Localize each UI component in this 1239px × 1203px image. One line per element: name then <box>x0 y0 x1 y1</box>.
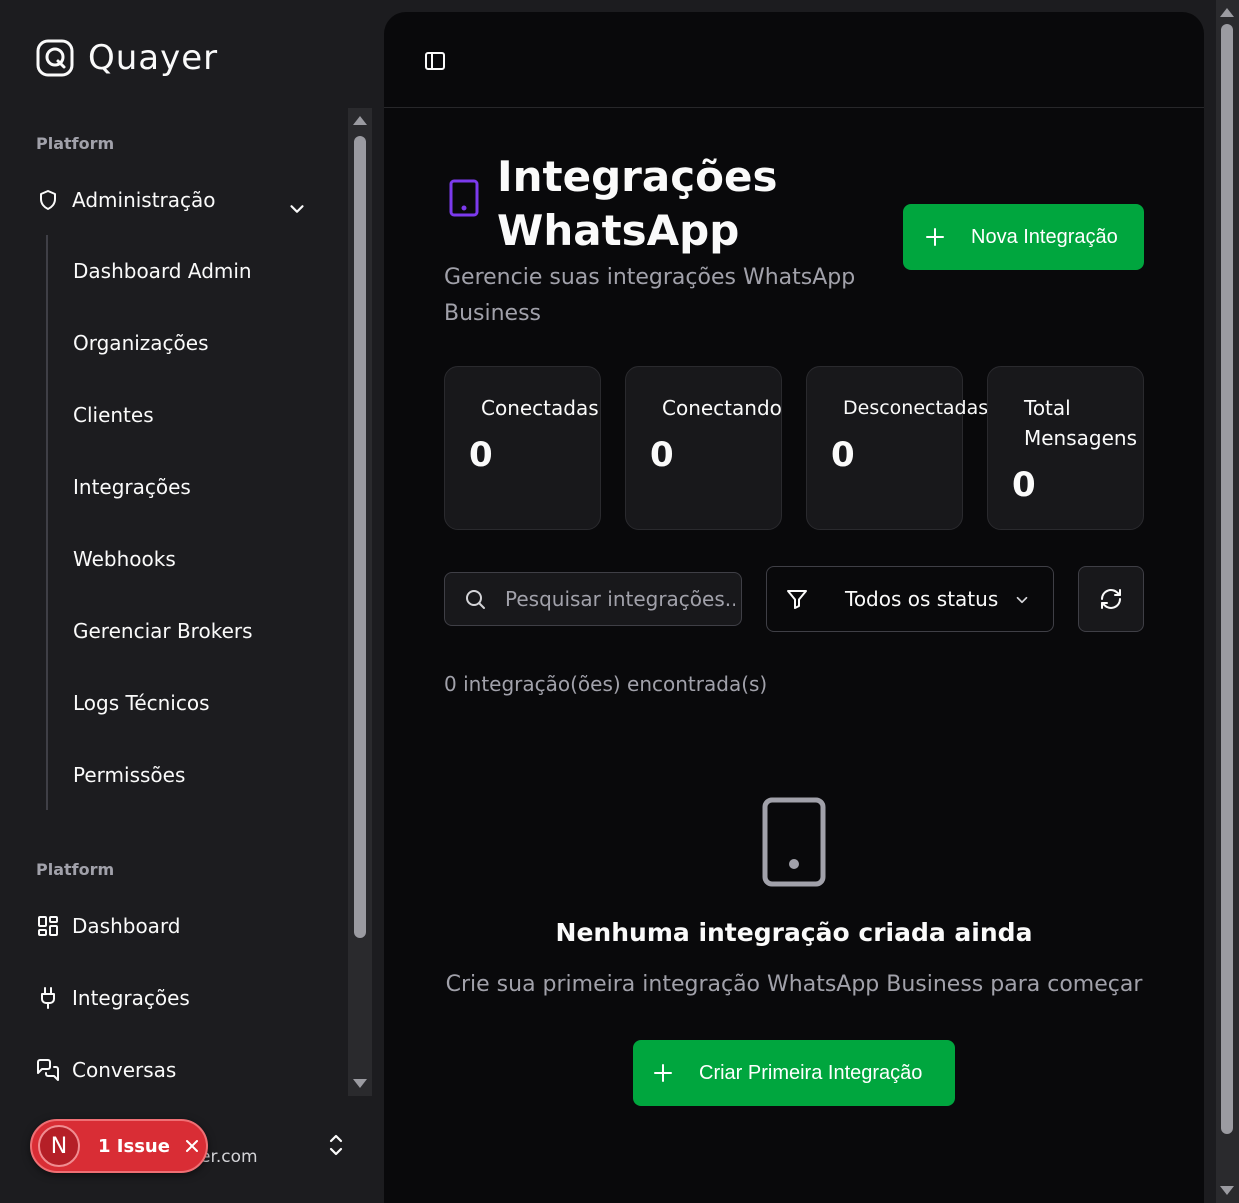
sidebar-toggle-icon[interactable] <box>424 50 446 72</box>
sidebar-subitem-integracoes[interactable]: Integrações <box>73 475 191 499</box>
dashboard-icon <box>38 916 58 936</box>
sidebar-subitem-logs-tecnicos[interactable]: Logs Técnicos <box>73 691 210 715</box>
user-menu[interactable]: er.com N 1 Issue <box>0 1110 372 1203</box>
stat-value: 0 <box>831 435 855 475</box>
chevrons-up-down-icon[interactable] <box>326 1132 346 1158</box>
scrollbar-thumb[interactable] <box>1221 24 1233 1134</box>
sidebar: Quayer Platform Administração Dashboard … <box>0 0 372 1203</box>
page-subtitle: Gerencie suas integrações WhatsApp Busin… <box>444 265 856 326</box>
stat-label: Total Mensagens <box>1024 396 1138 450</box>
search-icon <box>466 590 485 609</box>
stat-card-desconectadas: Desconectadas 0 <box>806 366 988 530</box>
button-label: Nova Integração <box>971 225 1118 248</box>
stat-card-total-mensagens: Total Mensagens 0 <box>987 366 1144 530</box>
submenu-divider <box>46 235 48 810</box>
sidebar-subitem-gerenciar-brokers[interactable]: Gerenciar Brokers <box>73 619 253 643</box>
sidebar-subitem-permissoes[interactable]: Permissões <box>73 763 185 787</box>
topbar <box>384 12 1204 108</box>
sidebar-item-integracoes[interactable]: Integrações <box>36 986 190 1010</box>
results-count: 0 integração(ões) encontrada(s) <box>444 672 768 696</box>
search-input[interactable] <box>505 587 735 611</box>
stat-card-conectadas: Conectadas 0 <box>444 366 601 530</box>
sidebar-subitem-dashboard-admin[interactable]: Dashboard Admin <box>73 259 252 283</box>
brand-name: Quayer <box>88 38 219 78</box>
sidebar-subitem-clientes[interactable]: Clientes <box>73 403 154 427</box>
search-field[interactable] <box>444 572 742 626</box>
new-integration-button[interactable]: Nova Integração <box>903 204 1144 270</box>
empty-state-subtitle: Crie sua primeira integração WhatsApp Bu… <box>445 972 1143 997</box>
user-email: er.com <box>200 1147 258 1167</box>
stat-label: Conectando <box>662 396 782 420</box>
chevron-down-icon <box>1016 596 1028 604</box>
close-icon[interactable] <box>184 1138 200 1154</box>
button-label: Criar Primeira Integração <box>699 1061 923 1084</box>
refresh-button[interactable] <box>1078 566 1144 632</box>
plug-icon <box>41 987 55 1009</box>
scroll-down-arrow-icon[interactable] <box>353 1079 367 1088</box>
stat-card-conectando: Conectando 0 <box>625 366 782 530</box>
stat-label: Desconectadas <box>843 397 989 419</box>
stat-value: 0 <box>1012 465 1036 505</box>
sidebar-scroll-area: Platform Administração Dashboard Admin O… <box>0 108 372 1096</box>
sidebar-subitem-organizacoes[interactable]: Organizações <box>73 331 209 355</box>
plus-icon <box>654 1064 672 1082</box>
filter-icon <box>787 590 807 609</box>
shield-icon <box>40 190 56 210</box>
stat-value: 0 <box>650 435 674 475</box>
smartphone-icon <box>762 797 826 887</box>
sidebar-scrollbar[interactable] <box>348 108 372 1096</box>
scrollbar-thumb[interactable] <box>354 136 366 938</box>
window-scrollbar[interactable] <box>1216 0 1239 1203</box>
status-filter-value: Todos os status <box>845 587 999 611</box>
group-label-platform: Platform <box>36 860 115 879</box>
scroll-down-arrow-icon[interactable] <box>1220 1186 1234 1195</box>
create-first-integration-button[interactable]: Criar Primeira Integração <box>633 1040 955 1106</box>
quayer-logo-icon <box>36 39 74 77</box>
sidebar-item-label: Administração <box>72 188 216 212</box>
scroll-up-arrow-icon[interactable] <box>353 116 367 125</box>
page-title: Integrações WhatsApp <box>497 152 778 255</box>
messages-icon <box>37 1059 59 1081</box>
plus-icon <box>926 228 944 246</box>
chevron-down-icon[interactable] <box>286 198 308 220</box>
nextjs-logo-icon: N <box>38 1125 80 1167</box>
group-label-platform: Platform <box>36 134 115 153</box>
sidebar-item-administracao[interactable]: Administração <box>36 188 216 212</box>
issue-count[interactable]: 1 Issue <box>98 1136 170 1157</box>
sidebar-item-label: Conversas <box>72 1058 177 1082</box>
sidebar-item-conversas[interactable]: Conversas <box>36 1058 176 1082</box>
scroll-up-arrow-icon[interactable] <box>1220 8 1234 17</box>
main-content: Integrações WhatsApp Gerencie suas integ… <box>384 12 1204 1203</box>
sidebar-item-dashboard[interactable]: Dashboard <box>36 914 181 938</box>
sidebar-item-label: Integrações <box>72 986 190 1010</box>
empty-state-title: Nenhuma integração criada ainda <box>555 918 1033 947</box>
issue-badge[interactable]: N 1 Issue <box>30 1119 208 1173</box>
status-filter-select[interactable]: Todos os status <box>766 566 1054 632</box>
stat-label: Conectadas <box>481 396 599 420</box>
sidebar-item-label: Dashboard <box>72 914 181 938</box>
brand[interactable]: Quayer <box>36 38 218 78</box>
refresh-icon <box>1101 589 1121 609</box>
stat-value: 0 <box>469 435 493 475</box>
sidebar-subitem-webhooks[interactable]: Webhooks <box>73 547 176 571</box>
smartphone-icon <box>449 179 479 217</box>
